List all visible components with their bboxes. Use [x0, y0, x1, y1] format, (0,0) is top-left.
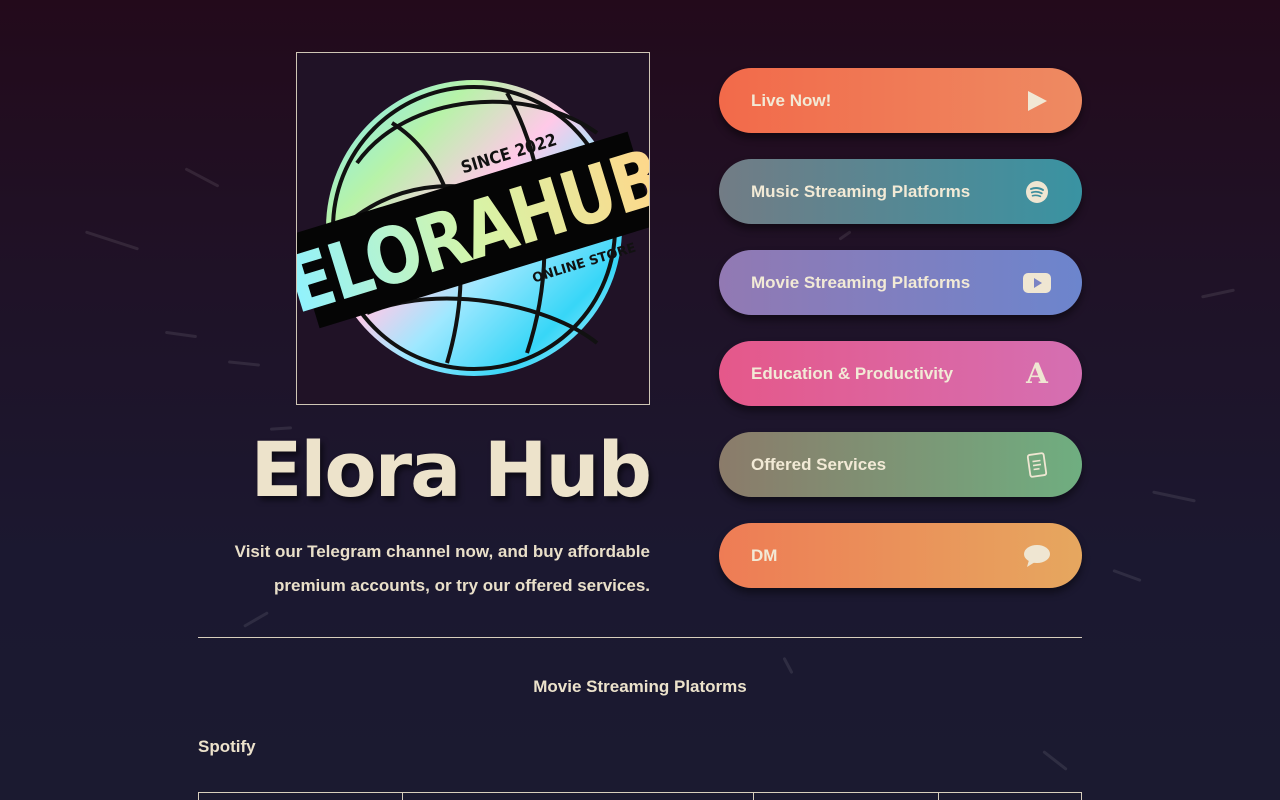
letter-a-icon: A [1026, 357, 1048, 390]
background-streak [1152, 490, 1196, 503]
table-cell [198, 793, 199, 800]
link-list: Live Now! Music Streaming Platforms Movi… [719, 68, 1082, 614]
background-streak [84, 230, 140, 251]
play-icon [1023, 87, 1051, 115]
button-label: Education & Productivity [751, 363, 954, 383]
price-table [198, 792, 1082, 800]
table-cell [753, 793, 754, 800]
youtube-icon [1023, 269, 1051, 297]
button-label: Live Now! [751, 90, 832, 110]
button-label: Music Streaming Platforms [751, 181, 971, 201]
brand-logo: ELORAHUB SINCE 2022 ONLINE STORE [296, 52, 650, 405]
education-productivity-button[interactable]: Education & Productivity A [719, 341, 1082, 406]
background-streak [227, 360, 261, 367]
button-label: Movie Streaming Platforms [751, 272, 971, 292]
music-streaming-button[interactable]: Music Streaming Platforms [719, 159, 1082, 224]
section-divider [198, 637, 1082, 638]
button-label: Offered Services [751, 454, 887, 474]
page-title: Elora Hub [250, 425, 652, 514]
table-cell [402, 793, 403, 800]
button-label: DM [751, 545, 778, 565]
table-cell [1081, 793, 1082, 800]
chat-bubble-icon [1023, 542, 1051, 570]
background-streak [164, 330, 198, 339]
offered-services-button[interactable]: Offered Services [719, 432, 1082, 497]
background-streak [243, 611, 269, 628]
brand-description: Visit our Telegram channel now, and buy … [234, 542, 650, 595]
background-streak [184, 167, 220, 188]
background-streak [1201, 288, 1235, 299]
movie-streaming-button[interactable]: Movie Streaming Platforms [719, 250, 1082, 315]
background-streak [1042, 750, 1068, 771]
background-streak [782, 656, 794, 675]
dm-button[interactable]: DM [719, 523, 1082, 588]
table-cell [938, 793, 939, 800]
live-now-button[interactable]: Live Now! [719, 68, 1082, 133]
document-icon [1023, 451, 1051, 479]
section-title: Movie Streaming Platorms [533, 677, 747, 696]
background-streak [1112, 568, 1142, 583]
section-subtitle: Spotify [198, 737, 256, 756]
spotify-icon [1023, 178, 1051, 206]
